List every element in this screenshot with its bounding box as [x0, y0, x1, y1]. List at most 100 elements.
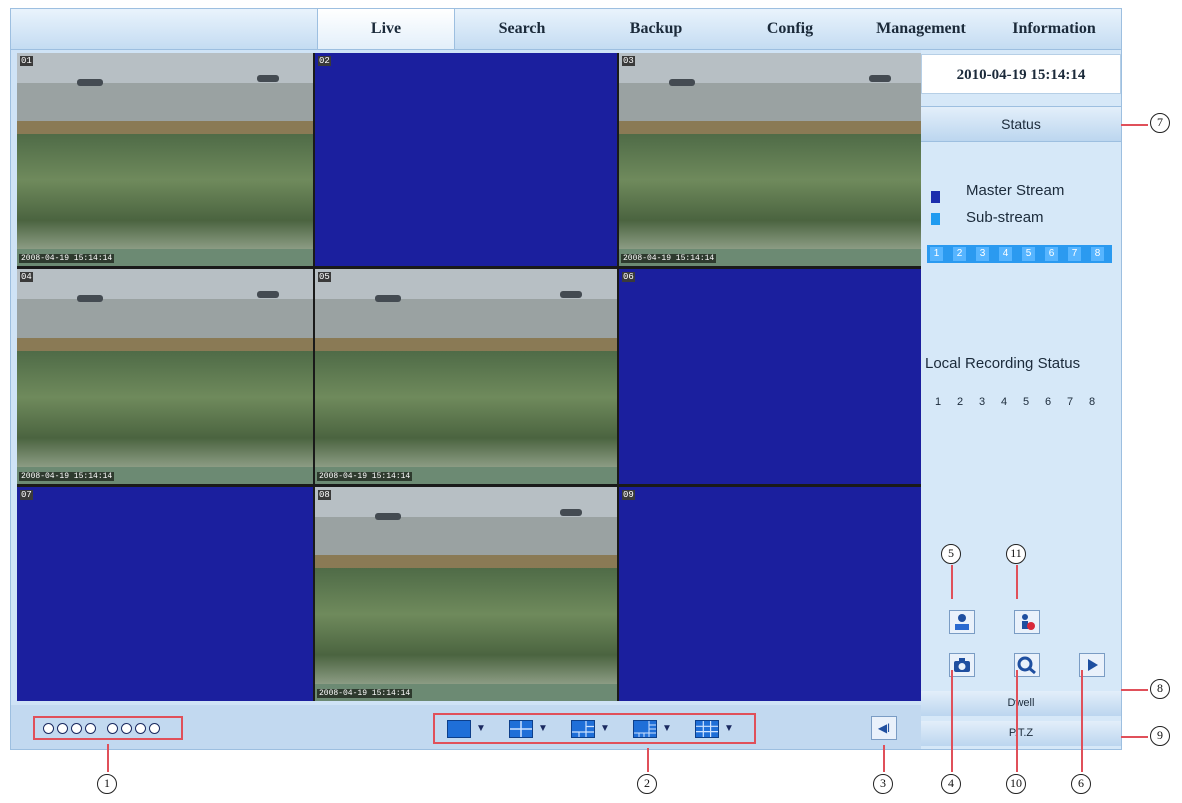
channel-label: 04: [20, 272, 33, 282]
stream-channel-6[interactable]: 6: [1045, 247, 1058, 261]
video-cell-7[interactable]: 07: [17, 487, 313, 701]
layout-1plus5-dropdown[interactable]: ▼: [600, 723, 610, 734]
layout-1plus5-button[interactable]: [571, 720, 595, 738]
stream-channel-3[interactable]: 3: [976, 247, 989, 261]
channel-circle-8[interactable]: [149, 723, 160, 734]
callout-5: 5: [941, 544, 961, 564]
callout-11: 11: [1006, 544, 1026, 564]
stream-channel-1[interactable]: 1: [930, 247, 943, 261]
channel-circle-6[interactable]: [121, 723, 132, 734]
callout-line-7: [1121, 124, 1148, 126]
dvr-client-window: Live Search Backup Config Management Inf…: [10, 8, 1122, 750]
tab-backup[interactable]: Backup: [589, 9, 723, 49]
local-recording-channel: 2: [957, 396, 964, 408]
bottom-toolbar: ▼ ▼ ▼ ▼ ▼ ◀ǀ: [11, 705, 923, 749]
channel-circle-7[interactable]: [135, 723, 146, 734]
local-recording-channel: 5: [1023, 396, 1030, 408]
stream-channel-8[interactable]: 8: [1091, 247, 1104, 261]
layout-1x1-button[interactable]: [447, 720, 471, 738]
video-cell-3[interactable]: 03 2008-04-19 15:14:14: [619, 53, 921, 266]
grid-1plus5-icon: [572, 721, 594, 737]
snapshot-button[interactable]: [949, 653, 975, 677]
master-stream-swatch: [931, 191, 940, 203]
layout-2x2-dropdown[interactable]: ▼: [538, 723, 548, 734]
local-recording-channel: 4: [1001, 396, 1008, 408]
manual-alarm-button[interactable]: [1014, 610, 1040, 634]
channel-circle-5[interactable]: [107, 723, 118, 734]
video-cell-6[interactable]: 06: [619, 269, 921, 484]
osd-timestamp: 2008-04-19 15:14:14: [317, 472, 413, 481]
tab-information[interactable]: Information: [987, 9, 1121, 49]
callout-line-10: [1016, 670, 1018, 772]
video-grid: 01 2008-04-19 15:14:14 02 03 2008-04-19 …: [17, 53, 921, 701]
video-cell-8[interactable]: 08 2008-04-19 15:14:14: [315, 487, 617, 701]
callout-2: 2: [637, 774, 657, 794]
stream-channel-4[interactable]: 4: [999, 247, 1012, 261]
channel-circle-3[interactable]: [71, 723, 82, 734]
grid-1plus7-icon: [634, 721, 656, 737]
callout-4: 4: [941, 774, 961, 794]
sub-stream-swatch: [931, 213, 940, 225]
play-icon: [1088, 659, 1098, 671]
camera-icon: [954, 658, 970, 672]
channel-label: 09: [622, 490, 635, 500]
channel-circle-2[interactable]: [57, 723, 68, 734]
callout-line-6: [1081, 670, 1083, 772]
audio-button[interactable]: ◀ǀ: [871, 716, 897, 740]
callout-3: 3: [873, 774, 893, 794]
status-header[interactable]: Status: [921, 106, 1121, 142]
tab-search[interactable]: Search: [455, 9, 589, 49]
manual-alarm-icon: [1022, 614, 1035, 630]
channel-label: 06: [622, 272, 635, 282]
top-navigation-bar: Live Search Backup Config Management Inf…: [11, 9, 1121, 50]
layout-1plus7-button[interactable]: [633, 720, 657, 738]
channel-label: 01: [20, 56, 33, 66]
channel-label: 02: [318, 56, 331, 66]
stream-channel-7[interactable]: 7: [1068, 247, 1081, 261]
date-time-display: 2010-04-19 15:14:14: [921, 54, 1121, 94]
layout-3x3-dropdown[interactable]: ▼: [724, 723, 734, 734]
channel-circle-1[interactable]: [43, 723, 54, 734]
speaker-icon: ◀ǀ: [877, 721, 891, 735]
callout-line-2: [647, 748, 649, 772]
right-status-panel: 2010-04-19 15:14:14 Status Master Stream…: [921, 50, 1121, 749]
channel-label: 08: [318, 490, 331, 500]
stream-channel-5[interactable]: 5: [1022, 247, 1035, 261]
video-cell-2[interactable]: 02: [315, 53, 617, 266]
video-cell-1[interactable]: 01 2008-04-19 15:14:14: [17, 53, 313, 266]
channel-label: 03: [622, 56, 635, 66]
callout-line-1: [107, 744, 109, 772]
record-icon: [955, 614, 969, 630]
video-cell-5[interactable]: 05 2008-04-19 15:14:14: [315, 269, 617, 484]
callout-line-11: [1016, 565, 1018, 599]
callout-line-5: [951, 565, 953, 599]
callout-line-8: [1121, 689, 1148, 691]
channel-circle-4[interactable]: [85, 723, 96, 734]
layout-2x2-button[interactable]: [509, 720, 533, 738]
video-cell-4[interactable]: 04 2008-04-19 15:14:14: [17, 269, 313, 484]
callout-9: 9: [1150, 726, 1170, 746]
tab-config[interactable]: Config: [723, 9, 857, 49]
layout-3x3-button[interactable]: [695, 720, 719, 738]
callout-6: 6: [1071, 774, 1091, 794]
osd-timestamp: 2008-04-19 15:14:14: [621, 254, 717, 263]
play-button[interactable]: [1079, 653, 1105, 677]
callout-line-9: [1121, 736, 1148, 738]
callout-10: 10: [1006, 774, 1026, 794]
manual-record-button[interactable]: [949, 610, 975, 634]
stream-channel-strip: 1 2 3 4 5 6 7 8: [927, 245, 1112, 263]
tab-live[interactable]: Live: [317, 9, 455, 49]
layout-1plus7-dropdown[interactable]: ▼: [662, 723, 672, 734]
osd-timestamp: 2008-04-19 15:14:14: [19, 254, 115, 263]
local-recording-channel: 8: [1089, 396, 1096, 408]
master-stream-label: Master Stream: [966, 182, 1065, 199]
osd-timestamp: 2008-04-19 15:14:14: [19, 472, 115, 481]
layout-1x1-dropdown[interactable]: ▼: [476, 723, 486, 734]
stream-channel-2[interactable]: 2: [953, 247, 966, 261]
callout-line-4: [951, 670, 953, 772]
video-cell-9[interactable]: 09: [619, 487, 921, 701]
callout-line-3: [883, 745, 885, 772]
digital-zoom-button[interactable]: [1014, 653, 1040, 677]
tab-management[interactable]: Management: [857, 9, 985, 49]
screen-layout-group: ▼ ▼ ▼ ▼ ▼: [433, 713, 756, 744]
